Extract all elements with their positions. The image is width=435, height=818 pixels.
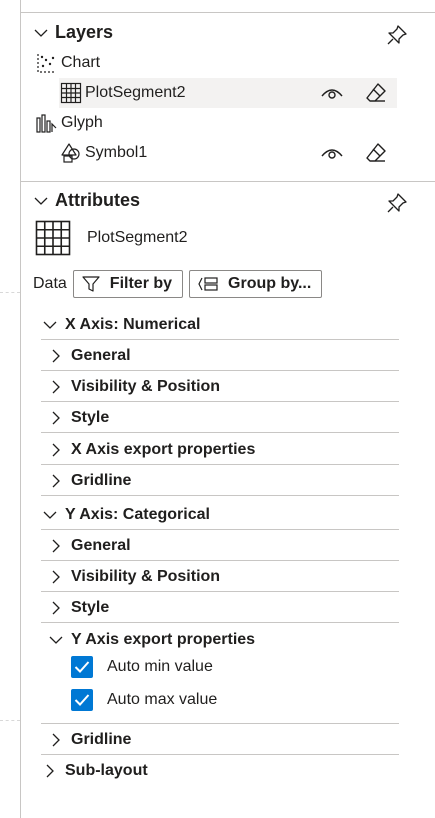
divider [41, 339, 399, 340]
group-by-button[interactable]: Group by... [189, 270, 323, 298]
y-axis-group[interactable]: Y Axis: Categorical [41, 500, 399, 530]
item-label: X Axis export properties [71, 441, 256, 458]
attributes-title: Attributes [55, 190, 140, 210]
x-axis-group[interactable]: X Axis: Numerical [41, 310, 399, 340]
y-axis-title: Y Axis: Categorical [65, 506, 210, 523]
chevron-right-icon [41, 764, 59, 778]
divider [41, 464, 399, 465]
auto-max-value-checkbox[interactable]: Auto max value [71, 686, 217, 714]
sub-layout-group[interactable]: Sub-layout [41, 756, 399, 786]
chevron-down-icon [34, 29, 48, 37]
item-label: Visibility & Position [71, 568, 221, 585]
y-axis-visibility-position[interactable]: Visibility & Position [47, 562, 399, 592]
object-name: PlotSegment2 [87, 229, 188, 246]
item-label: Style [71, 409, 110, 426]
divider [41, 591, 399, 592]
filter-by-button[interactable]: Filter by [72, 270, 184, 298]
eraser-icon[interactable] [365, 142, 387, 164]
properties-panel: Layers Chart PlotSegment2 Glyph Symbol1 … [20, 0, 435, 818]
checkmark-icon [71, 689, 93, 711]
auto-min-value-label: Auto min value [107, 658, 213, 675]
layer-item-chart[interactable]: Chart [35, 48, 397, 78]
eye-icon[interactable] [321, 82, 343, 104]
divider [41, 529, 399, 530]
attributes-header[interactable]: Attributes [33, 190, 140, 211]
x-axis-general[interactable]: General [47, 341, 399, 371]
item-label: Gridline [71, 472, 132, 489]
x-axis-export-properties[interactable]: X Axis export properties [47, 435, 399, 465]
canvas-guide-left-bottom [0, 720, 20, 721]
shapes-icon [59, 141, 83, 165]
chevron-right-icon [47, 411, 65, 425]
chevron-right-icon [47, 733, 65, 747]
divider [41, 723, 399, 724]
layer-item-symbol1[interactable]: Symbol1 [59, 138, 397, 168]
group-by-label: Group by... [228, 275, 312, 292]
pin-icon[interactable] [386, 192, 408, 214]
eraser-icon[interactable] [365, 82, 387, 104]
chevron-right-icon [47, 443, 65, 457]
y-axis-gridline[interactable]: Gridline [47, 725, 399, 755]
section-divider [21, 181, 435, 182]
item-label: Style [71, 599, 110, 616]
layer-item-label: PlotSegment2 [85, 84, 186, 101]
chevron-right-icon [47, 380, 65, 394]
grid-icon [59, 81, 83, 105]
chevron-down-icon [34, 197, 48, 205]
divider [41, 370, 399, 371]
auto-max-value-label: Auto max value [107, 691, 218, 708]
data-label: Data [33, 275, 67, 292]
divider [41, 560, 399, 561]
item-label: Visibility & Position [71, 378, 221, 395]
data-toolbar: Data Filter by Group by... [33, 270, 323, 298]
filter-by-label: Filter by [109, 275, 173, 292]
grid-icon [35, 220, 71, 256]
chevron-right-icon [47, 570, 65, 584]
x-axis-title: X Axis: Numerical [65, 316, 201, 333]
chevron-right-icon [47, 349, 65, 363]
layer-item-label: Chart [61, 54, 101, 71]
filter-icon [82, 276, 100, 292]
layer-item-glyph[interactable]: Glyph [35, 108, 397, 138]
chevron-down-icon [41, 318, 59, 332]
eye-icon[interactable] [321, 142, 343, 164]
layer-item-plotsegment2[interactable]: PlotSegment2 [59, 78, 397, 108]
chevron-right-icon [47, 539, 65, 553]
chevron-right-icon [47, 474, 65, 488]
canvas-guide-left-top [0, 292, 20, 293]
top-divider [21, 12, 435, 13]
chart-icon [35, 51, 59, 75]
item-label: Gridline [71, 731, 132, 748]
x-axis-gridline[interactable]: Gridline [47, 466, 399, 496]
x-axis-visibility-position[interactable]: Visibility & Position [47, 372, 399, 402]
y-axis-style[interactable]: Style [47, 593, 399, 623]
item-label: Y Axis export properties [71, 631, 256, 648]
item-label: General [71, 347, 131, 364]
divider [41, 401, 399, 402]
layer-item-label: Symbol1 [85, 144, 148, 161]
divider [41, 495, 399, 496]
divider [41, 622, 399, 623]
y-axis-export-properties[interactable]: Y Axis export properties [47, 625, 399, 655]
chevron-down-icon [47, 633, 65, 647]
sub-layout-label: Sub-layout [65, 762, 148, 779]
chevron-down-icon [41, 508, 59, 522]
y-axis-general[interactable]: General [47, 531, 399, 561]
x-axis-style[interactable]: Style [47, 403, 399, 433]
layer-item-label: Glyph [61, 114, 103, 131]
checkmark-icon [71, 656, 93, 678]
auto-min-value-checkbox[interactable]: Auto min value [71, 653, 213, 681]
divider [41, 754, 399, 755]
pin-icon[interactable] [386, 24, 408, 46]
chevron-right-icon [47, 601, 65, 615]
item-label: General [71, 537, 131, 554]
glyph-icon [35, 111, 59, 135]
divider [41, 432, 399, 433]
group-icon [198, 277, 218, 291]
attribute-object: PlotSegment2 [35, 220, 188, 256]
layers-title: Layers [55, 22, 114, 42]
layers-header[interactable]: Layers [33, 22, 113, 43]
